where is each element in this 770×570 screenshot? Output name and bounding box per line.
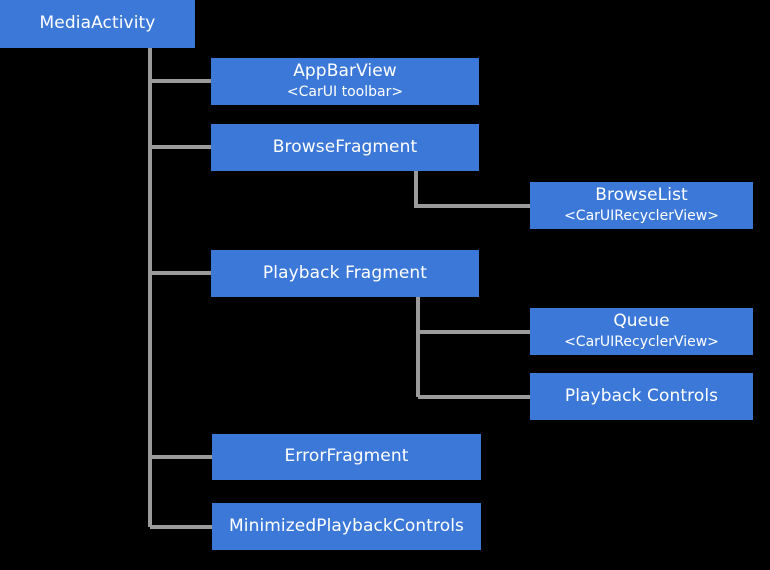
edge-browse-fragment-to-browse-list [414,171,530,208]
node-playback-fragment-title: Playback Fragment [262,262,428,283]
node-playback-controls-title: Playback Controls [564,385,719,406]
node-minimized-playback-controls-title: MinimizedPlaybackControls [228,515,464,536]
node-browse-list[interactable]: BrowseList <CarUIRecyclerView> [530,182,753,229]
node-minimized-playback-controls[interactable]: MinimizedPlaybackControls [212,503,481,550]
node-playback-fragment[interactable]: Playback Fragment [211,250,479,297]
node-queue-title: Queue [613,311,670,332]
node-browse-fragment-title: BrowseFragment [272,136,418,157]
diagram-canvas: MediaActivity AppBarView <CarUI toolbar>… [0,0,770,570]
node-error-fragment[interactable]: ErrorFragment [212,434,481,480]
node-queue-subtitle: <CarUIRecyclerView> [564,333,719,350]
node-browse-list-subtitle: <CarUIRecyclerView> [564,207,719,224]
node-media-activity-title: MediaActivity [39,13,156,34]
node-browse-list-title: BrowseList [595,185,688,206]
node-queue[interactable]: Queue <CarUIRecyclerView> [530,308,753,355]
node-error-fragment-title: ErrorFragment [284,446,409,467]
node-app-bar-view[interactable]: AppBarView <CarUI toolbar> [211,58,479,105]
node-app-bar-view-title: AppBarView [293,61,397,82]
node-browse-fragment[interactable]: BrowseFragment [211,124,479,171]
node-playback-controls[interactable]: Playback Controls [530,373,753,420]
node-app-bar-view-subtitle: <CarUI toolbar> [286,83,404,100]
node-media-activity[interactable]: MediaActivity [0,0,195,48]
